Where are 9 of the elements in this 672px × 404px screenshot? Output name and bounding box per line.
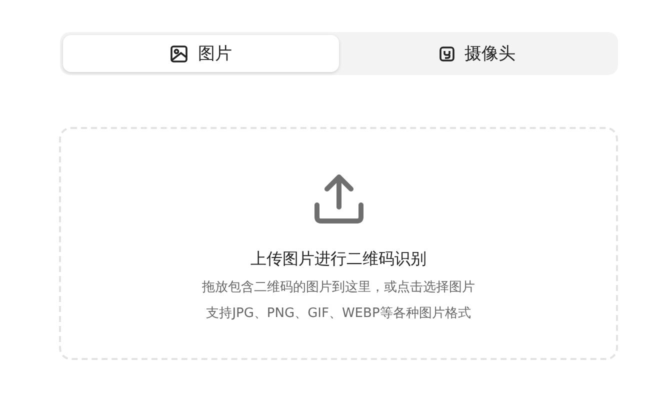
upload-dropzone[interactable]: 上传图片进行二维码识别 拖放包含二维码的图片到这里，或点击选择图片 支持JPG、PNG、GIF、WEBP等各种图片格式 — [59, 127, 618, 360]
tab[interactable]: 摄像头 — [339, 35, 615, 72]
format-note: 支持JPG、PNG、GIF、WEBP等各种图片格式 — [206, 305, 471, 323]
upload-title: 上传图片进行二维码识别 — [250, 249, 426, 270]
camera-icon — [438, 46, 454, 62]
tab[interactable]: 图片 — [63, 35, 339, 72]
image-icon — [170, 44, 188, 62]
upload-hint: 拖放包含二维码的图片到这里，或点击选择图片 — [202, 279, 475, 297]
upload-icon — [312, 173, 364, 225]
